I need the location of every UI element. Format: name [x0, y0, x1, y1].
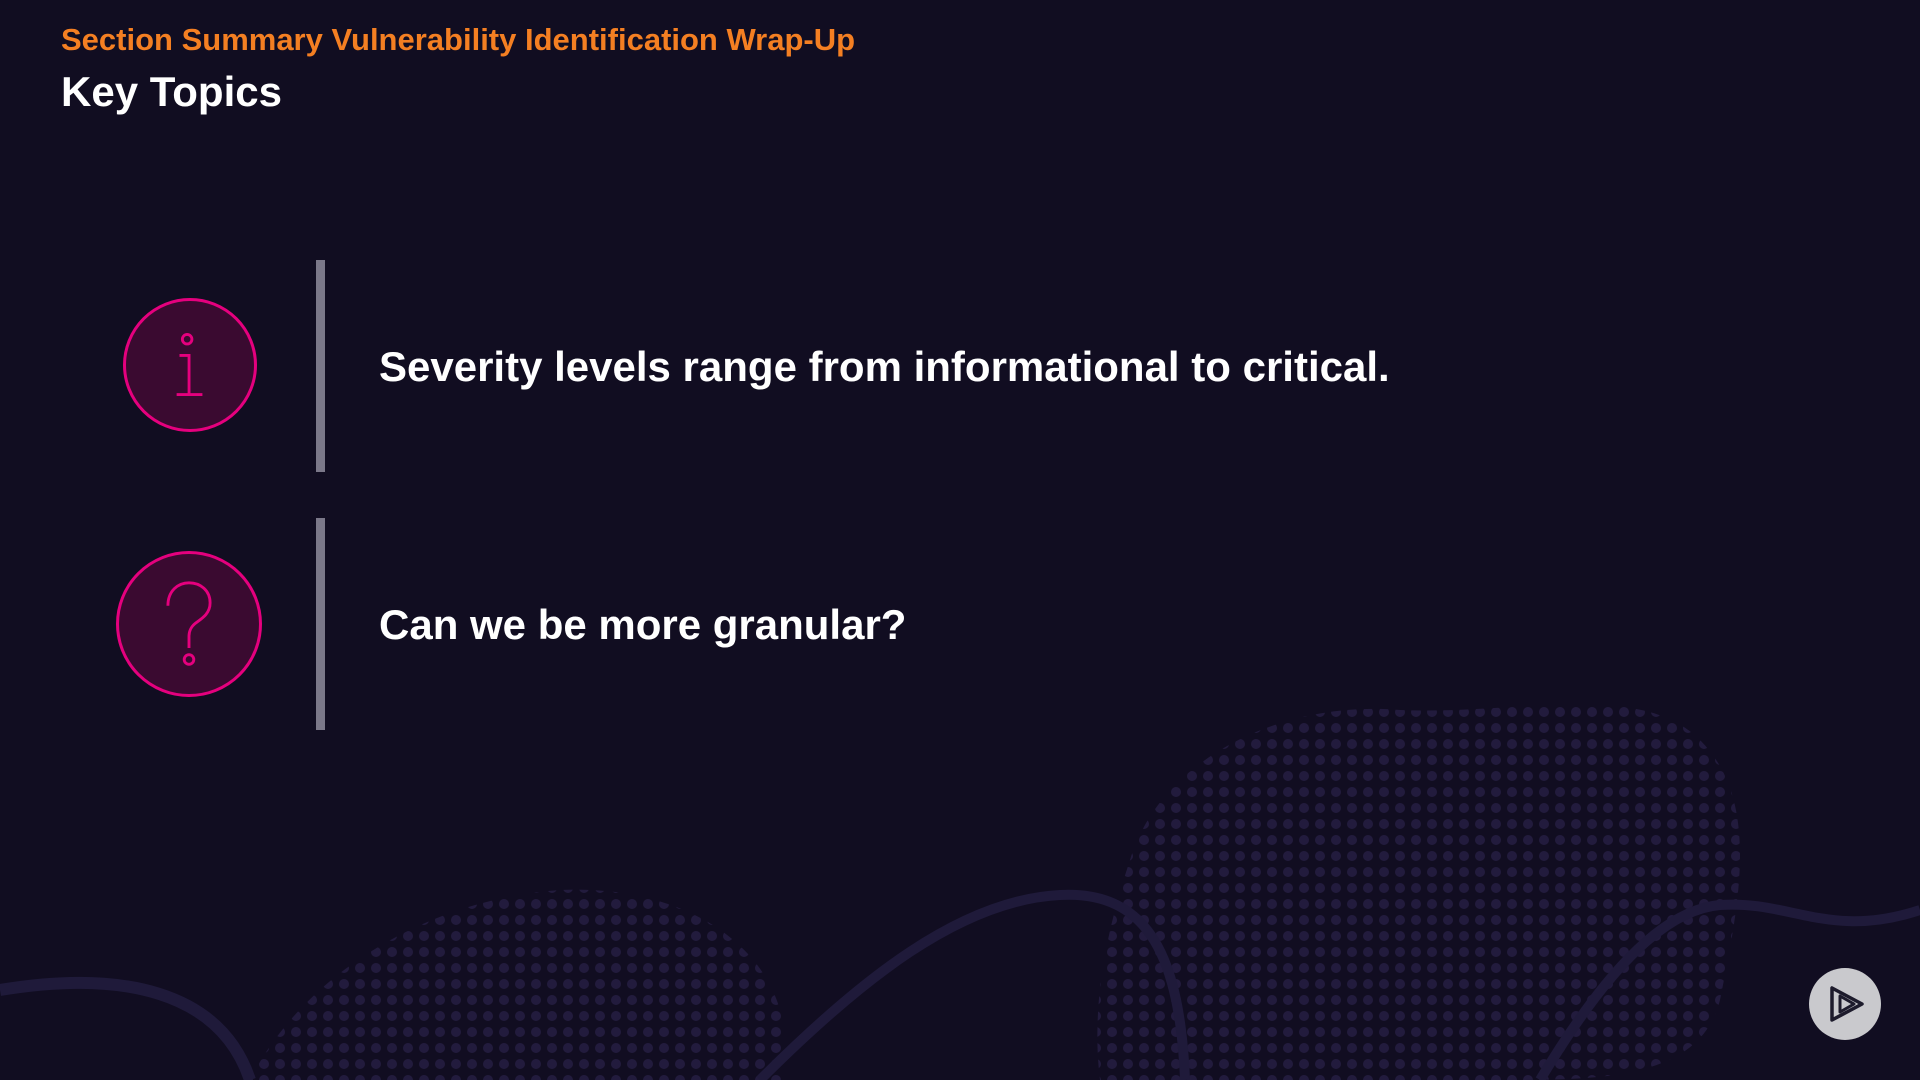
topic-text: Severity levels range from informational…: [379, 343, 1390, 390]
question-icon: [116, 551, 262, 697]
play-button[interactable]: [1809, 968, 1881, 1040]
info-icon: [123, 298, 257, 432]
play-icon: [1830, 986, 1864, 1022]
section-title: Section Summary Vulnerability Identifica…: [61, 22, 856, 57]
topic-text: Can we be more granular?: [379, 601, 907, 648]
page-title: Key Topics: [61, 68, 282, 115]
topic-divider: [316, 260, 325, 472]
topic-divider: [316, 518, 325, 730]
topic-item: Can we be more granular?: [0, 518, 1600, 730]
topic-item: Severity levels range from informational…: [0, 260, 1600, 472]
